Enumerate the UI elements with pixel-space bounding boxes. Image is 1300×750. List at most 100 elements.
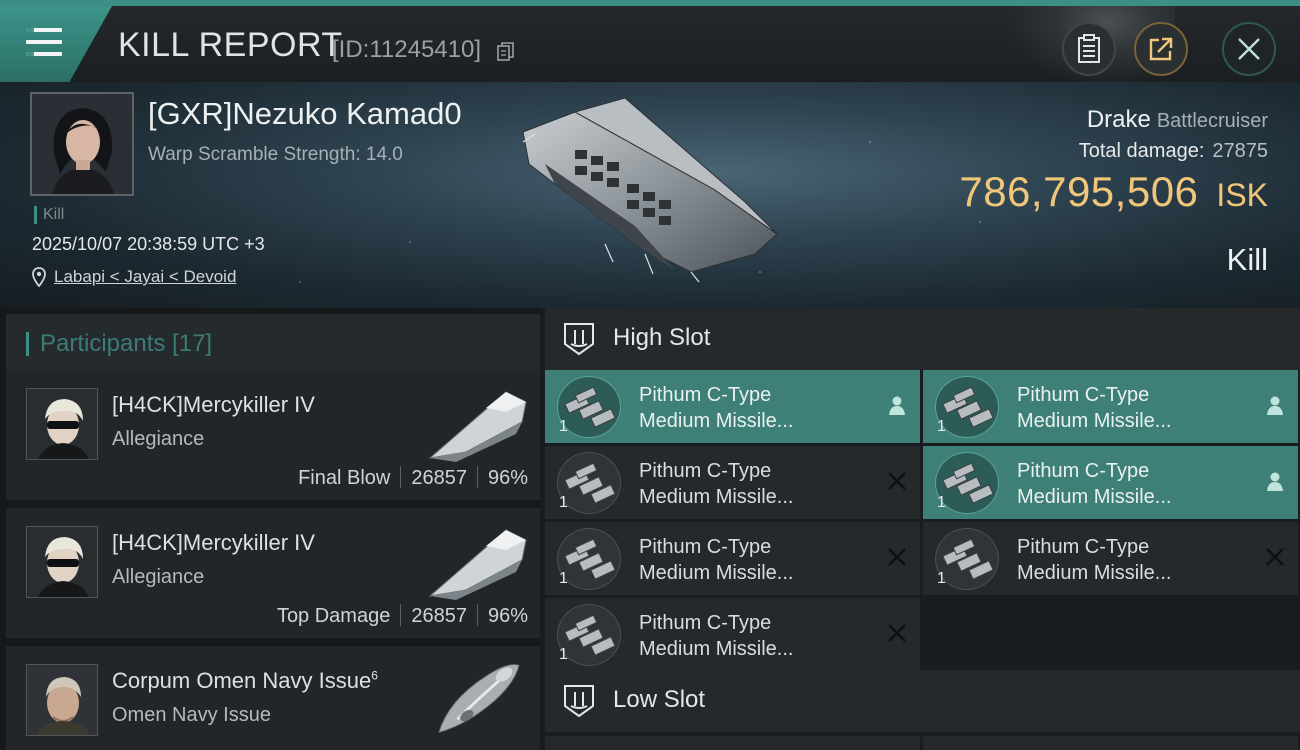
- module-slot[interactable]: 1 Pithum C-Type Medium Missile...: [923, 370, 1298, 443]
- person-icon: [1267, 396, 1283, 415]
- total-damage-label: Total damage:: [1078, 140, 1205, 162]
- participant-name: [H4CK]Mercykiller IV: [112, 530, 315, 555]
- participant-row[interactable]: Corpum Omen Navy Issue6 Omen Navy Issue: [6, 646, 540, 750]
- fitting-panel: High Slot 1 Pithum C-Type Medium Missile.…: [545, 308, 1300, 750]
- destroyed-x-icon: [1266, 548, 1284, 566]
- kill-location[interactable]: Labapi < Jayai < Devoid: [32, 267, 236, 287]
- ship-name: Drake: [1086, 106, 1151, 133]
- destroyed-x-icon: [888, 472, 906, 490]
- participants-header[interactable]: Participants [17]: [6, 314, 540, 372]
- kill-datetime: 2025/10/07 20:38:59 UTC +3: [32, 234, 265, 254]
- participant-row[interactable]: [H4CK]Mercykiller IV Allegiance Top Dama…: [6, 508, 540, 638]
- person-icon: [1267, 472, 1283, 491]
- module-name-line2: Medium Missile...: [639, 486, 794, 508]
- module-slot[interactable]: 1 Pithum C-Type Medium Missile...: [545, 370, 920, 443]
- module-name-line2: Medium Missile...: [1017, 562, 1172, 584]
- participant-avatar: [26, 388, 98, 460]
- high-slot-label: High Slot: [613, 324, 711, 351]
- participant-avatar: [26, 526, 98, 598]
- module-quantity: 1: [937, 418, 946, 435]
- isk-value: 786,795,506 ISK: [959, 168, 1268, 216]
- participant-damage: 26857: [411, 605, 467, 627]
- close-button[interactable]: [1222, 22, 1276, 76]
- menu-button[interactable]: [0, 6, 112, 82]
- module-name: Pithum C-Type Medium Missile...: [1017, 458, 1171, 510]
- total-damage-value: 27875: [1212, 140, 1268, 162]
- module-name: Pithum C-Type Medium Missile...: [639, 382, 793, 434]
- module-name-line1: Pithum C-Type: [1017, 384, 1150, 406]
- location-pin-icon: [32, 267, 46, 287]
- module-quantity: 1: [559, 494, 568, 511]
- participant-role: Top Damage: [276, 605, 391, 627]
- module-quantity: 1: [559, 570, 568, 587]
- participant-avatar: [26, 664, 98, 736]
- drake-ship-render: [522, 97, 778, 283]
- module-quantity: 1: [559, 646, 568, 663]
- participant-damage: 26857: [411, 467, 467, 489]
- menu-icon: [26, 28, 62, 58]
- low-slot-label: Low Slot: [613, 686, 706, 713]
- participant-percent: 96%: [487, 467, 528, 489]
- destroyed-x-icon: [888, 548, 906, 566]
- copy-icon[interactable]: [497, 42, 515, 62]
- isk-amount: 786,795,506: [959, 168, 1199, 215]
- participant-stats: Final Blow 26857 96%: [298, 466, 528, 490]
- module-slot[interactable]: [923, 736, 1298, 750]
- allegiance-ship-icon: [428, 529, 527, 600]
- kill-result: Kill: [1226, 242, 1268, 277]
- module-name-line2: Medium Missile...: [639, 410, 794, 432]
- report-id: [ID:11245410]: [332, 36, 482, 63]
- module-slot[interactable]: 1 Pithum C-Type Medium Missile...: [545, 446, 920, 519]
- module-slot[interactable]: 1 Pithum C-Type Medium Missile...: [923, 522, 1298, 595]
- module-name: Pithum C-Type Medium Missile...: [639, 534, 793, 586]
- total-damage: Total damage: 27875: [1079, 140, 1268, 163]
- module-name-line2: Medium Missile...: [639, 562, 794, 584]
- location-link[interactable]: Labapi < Jayai < Devoid: [54, 267, 236, 287]
- module-slot[interactable]: [545, 736, 920, 750]
- victim-hero: [GXR]Nezuko Kamad0 Warp Scramble Strengt…: [0, 82, 1300, 308]
- module-slot[interactable]: 1 Pithum C-Type Medium Missile...: [923, 446, 1298, 519]
- close-icon: [1238, 38, 1260, 60]
- module-name-line1: Pithum C-Type: [639, 384, 772, 406]
- victim-ship[interactable]: Drake Battlecruiser: [1087, 106, 1268, 134]
- participant-stats: Top Damage 26857 96%: [277, 604, 528, 628]
- omen-navy-issue-ship-icon: [438, 664, 520, 734]
- page-title: KILL REPORT: [118, 26, 343, 64]
- low-slot-icon: [564, 685, 594, 718]
- clipboard-icon: [1078, 34, 1100, 63]
- isk-currency: ISK: [1216, 177, 1268, 213]
- warp-scramble-strength: Warp Scramble Strength: 14.0: [148, 144, 403, 165]
- module-name-line2: Medium Missile...: [639, 638, 794, 660]
- module-quantity: 1: [559, 418, 568, 435]
- participants-accent-bar: [26, 332, 29, 356]
- module-name-line1: Pithum C-Type: [639, 460, 772, 482]
- person-icon: [889, 396, 905, 415]
- victim-portrait[interactable]: [30, 92, 134, 196]
- high-slot-header[interactable]: High Slot: [545, 308, 1300, 370]
- low-slot-header[interactable]: Low Slot: [545, 670, 1300, 732]
- participant-row[interactable]: [H4CK]Mercykiller IV Allegiance Final Bl…: [6, 370, 540, 500]
- victim-avatar: [32, 94, 132, 194]
- allegiance-ship-icon: [428, 391, 527, 462]
- clipboard-button[interactable]: [1062, 22, 1116, 76]
- module-slot[interactable]: 1 Pithum C-Type Medium Missile...: [545, 598, 920, 671]
- high-slot-icon: [564, 323, 594, 356]
- participant-name-sup: 6: [371, 668, 378, 683]
- module-quantity: 1: [937, 494, 946, 511]
- module-name: Pithum C-Type Medium Missile...: [639, 610, 793, 662]
- victim-name[interactable]: [GXR]Nezuko Kamad0: [148, 96, 462, 132]
- participant-ship: Allegiance: [112, 428, 205, 450]
- module-name-line1: Pithum C-Type: [639, 612, 772, 634]
- module-name: Pithum C-Type Medium Missile...: [1017, 382, 1171, 434]
- module-name-line1: Pithum C-Type: [639, 536, 772, 558]
- share-button[interactable]: [1134, 22, 1188, 76]
- participants-label: Participants [17]: [40, 330, 213, 357]
- share-icon: [1149, 37, 1173, 61]
- kill-tag: Kill: [34, 206, 64, 224]
- participant-ship: Omen Navy Issue: [112, 704, 271, 726]
- module-name: Pithum C-Type Medium Missile...: [1017, 534, 1171, 586]
- module-name: Pithum C-Type Medium Missile...: [639, 458, 793, 510]
- participant-ship: Allegiance: [112, 566, 205, 588]
- module-slot[interactable]: 1 Pithum C-Type Medium Missile...: [545, 522, 920, 595]
- ship-class: Battlecruiser: [1156, 110, 1268, 132]
